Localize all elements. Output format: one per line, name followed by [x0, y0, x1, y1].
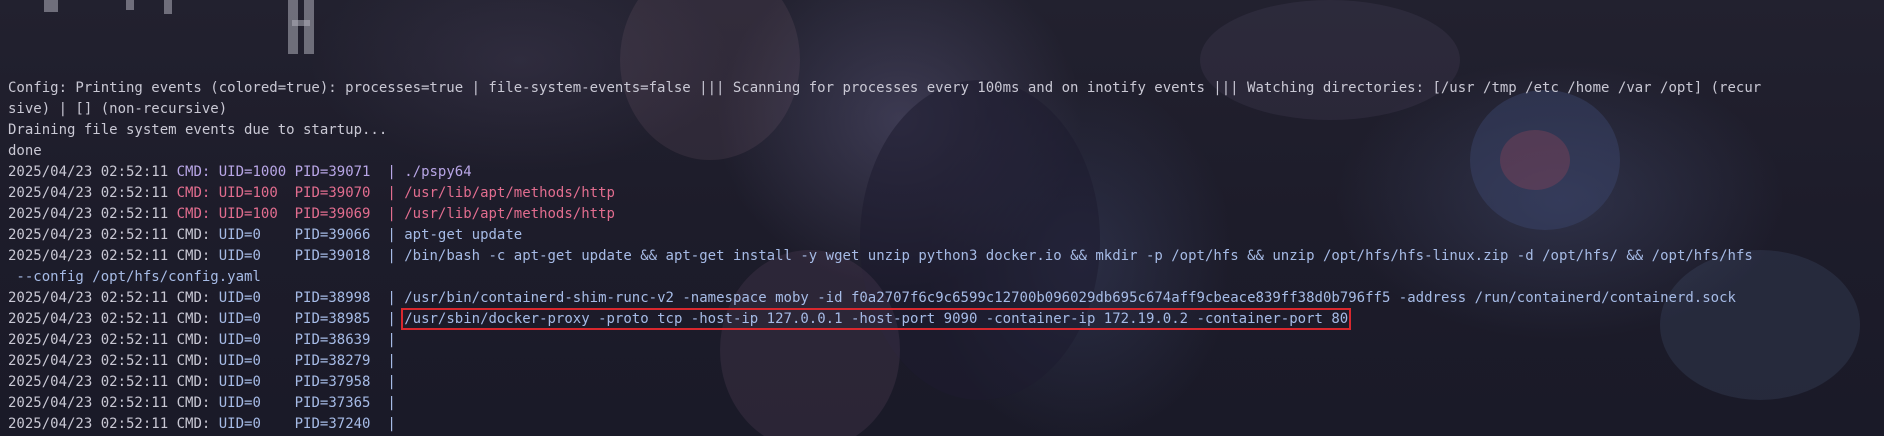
event-pid: PID=39071	[294, 164, 371, 180]
event-cmd-prefix: CMD:	[176, 206, 211, 222]
event-uid: UID=100	[218, 206, 287, 222]
event-separator: |	[387, 311, 396, 327]
process-event-row: 2025/04/23 02:52:11 CMD: UID=0 PID=38279…	[8, 351, 1880, 372]
process-event-row: 2025/04/23 02:52:11 CMD: UID=0 PID=37365…	[8, 393, 1880, 414]
event-uid: UID=0	[218, 227, 287, 243]
event-timestamp: 2025/04/23 02:52:11	[8, 374, 169, 390]
event-cmd-prefix: CMD:	[176, 164, 211, 180]
process-event-list: 2025/04/23 02:52:11 CMD: UID=1000 PID=39…	[8, 162, 1880, 435]
event-cmd-prefix: CMD:	[176, 311, 211, 327]
event-pid: PID=37365	[294, 395, 371, 411]
highlighted-command: /usr/sbin/docker-proxy -proto tcp -host-…	[401, 308, 1352, 330]
event-uid: UID=0	[218, 311, 287, 327]
event-pid: PID=37958	[294, 374, 371, 390]
event-pid: PID=37240	[294, 416, 371, 432]
event-cmd-prefix: CMD:	[176, 416, 211, 432]
event-uid: UID=0	[218, 290, 287, 306]
event-pid: PID=39069	[294, 206, 371, 222]
event-cmd-prefix: CMD:	[176, 374, 211, 390]
event-separator: |	[387, 227, 396, 243]
event-cmd-prefix: CMD:	[176, 353, 211, 369]
event-uid: UID=0	[218, 374, 287, 390]
event-uid: UID=100	[218, 185, 287, 201]
event-pid: PID=38985	[294, 311, 371, 327]
event-separator: |	[387, 416, 396, 432]
event-pid: PID=39066	[294, 227, 371, 243]
event-command-wrap: --config /opt/hfs/config.yaml	[8, 269, 261, 285]
event-timestamp: 2025/04/23 02:52:11	[8, 290, 169, 306]
event-uid: UID=1000	[218, 164, 287, 180]
event-pid: PID=39070	[294, 185, 371, 201]
event-pid: PID=38998	[294, 290, 371, 306]
event-timestamp: 2025/04/23 02:52:11	[8, 395, 169, 411]
event-uid: UID=0	[218, 416, 287, 432]
event-uid: UID=0	[218, 395, 287, 411]
event-command: /usr/bin/containerd-shim-runc-v2 -namesp…	[404, 290, 1736, 306]
config-line: Config: Printing events (colored=true): …	[8, 80, 1762, 96]
event-pid: PID=38639	[294, 332, 371, 348]
process-event-row: 2025/04/23 02:52:11 CMD: UID=0 PID=38998…	[8, 288, 1880, 309]
event-separator: |	[387, 395, 396, 411]
ascii-banner-remnant	[0, 0, 400, 56]
event-cmd-prefix: CMD:	[176, 248, 211, 264]
event-timestamp: 2025/04/23 02:52:11	[8, 185, 169, 201]
event-timestamp: 2025/04/23 02:52:11	[8, 206, 169, 222]
event-uid: UID=0	[218, 353, 287, 369]
event-pid: PID=39018	[294, 248, 371, 264]
event-cmd-prefix: CMD:	[176, 395, 211, 411]
event-separator: |	[387, 332, 396, 348]
event-timestamp: 2025/04/23 02:52:11	[8, 227, 169, 243]
event-cmd-prefix: CMD:	[176, 185, 211, 201]
process-event-row: 2025/04/23 02:52:11 CMD: UID=100 PID=390…	[8, 183, 1880, 204]
event-uid: UID=0	[218, 332, 287, 348]
event-timestamp: 2025/04/23 02:52:11	[8, 248, 169, 264]
event-timestamp: 2025/04/23 02:52:11	[8, 164, 169, 180]
event-pid: PID=38279	[294, 353, 371, 369]
process-event-row: 2025/04/23 02:52:11 CMD: UID=1000 PID=39…	[8, 162, 1880, 183]
event-separator: |	[387, 353, 396, 369]
event-separator: |	[387, 164, 396, 180]
config-line-wrap: sive) | [] (non-recursive)	[8, 101, 228, 117]
process-event-row: 2025/04/23 02:52:11 CMD: UID=0 PID=39066…	[8, 225, 1880, 246]
done-line: done	[8, 143, 42, 159]
event-timestamp: 2025/04/23 02:52:11	[8, 311, 169, 327]
process-event-row: 2025/04/23 02:52:11 CMD: UID=0 PID=37958…	[8, 372, 1880, 393]
event-cmd-prefix: CMD:	[176, 227, 211, 243]
draining-status-line: Draining file system events due to start…	[8, 122, 388, 138]
event-command: /usr/lib/apt/methods/http	[404, 206, 615, 222]
process-event-row: 2025/04/23 02:52:11 CMD: UID=100 PID=390…	[8, 204, 1880, 225]
event-timestamp: 2025/04/23 02:52:11	[8, 332, 169, 348]
process-event-row: 2025/04/23 02:52:11 CMD: UID=0 PID=38985…	[8, 308, 1880, 330]
event-timestamp: 2025/04/23 02:52:11	[8, 416, 169, 432]
process-event-row: 2025/04/23 02:52:11 CMD: UID=0 PID=39018…	[8, 246, 1880, 267]
event-separator: |	[387, 374, 396, 390]
process-event-row: 2025/04/23 02:52:11 CMD: UID=0 PID=38639…	[8, 330, 1880, 351]
event-separator: |	[387, 185, 396, 201]
event-command: /usr/lib/apt/methods/http	[404, 185, 615, 201]
event-separator: |	[387, 206, 396, 222]
event-command: apt-get update	[404, 227, 523, 243]
event-cmd-prefix: CMD:	[176, 332, 211, 348]
event-command: /bin/bash -c apt-get update && apt-get i…	[404, 248, 1753, 264]
process-event-row: 2025/04/23 02:52:11 CMD: UID=0 PID=37240…	[8, 414, 1880, 435]
event-command: ./pspy64	[404, 164, 472, 180]
event-uid: UID=0	[218, 248, 287, 264]
event-cmd-prefix: CMD:	[176, 290, 211, 306]
event-timestamp: 2025/04/23 02:52:11	[8, 353, 169, 369]
event-separator: |	[387, 290, 396, 306]
event-separator: |	[387, 248, 396, 264]
terminal-output[interactable]: Config: Printing events (colored=true): …	[8, 78, 1880, 435]
